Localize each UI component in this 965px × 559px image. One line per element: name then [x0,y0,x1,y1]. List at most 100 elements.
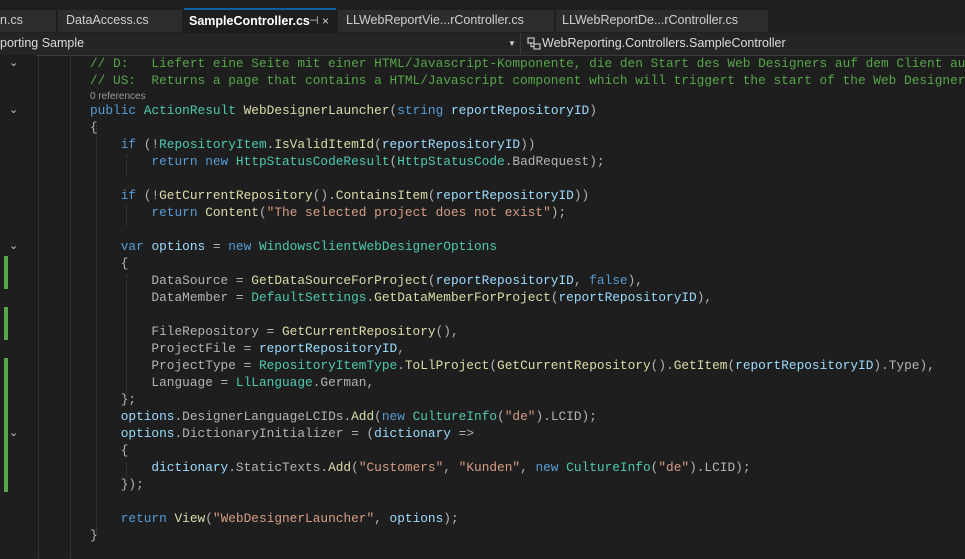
code-token: ( [351,460,359,475]
code-token: "Kunden" [458,460,521,475]
project-name: porting Sample [0,36,85,50]
code-token: { [90,120,98,135]
code-token: options [90,426,175,441]
code-token: ); [443,511,459,526]
code-token: Content [205,205,259,220]
tab-samplecontroller-cs[interactable]: SampleController.cs ⊣ × [184,8,336,33]
code-line: return Content("The selected project doe… [90,204,566,221]
tab-label: LLWebReportDe...rController.cs [562,13,739,27]
code-token: ) [589,103,597,118]
close-icon[interactable]: × [322,10,329,33]
code-token: DataSource = [90,273,252,288]
code-token: GetDataSourceForProject [251,273,428,288]
code-token: ProjectType = [90,358,259,373]
code-token: if [90,188,144,203]
code-token: , [573,273,590,288]
code-token: reportRepositoryID [435,273,574,288]
code-token: HttpStatusCodeResult [235,154,390,169]
project-dropdown[interactable]: porting Sample ▼ [0,33,518,54]
code-token: ( [727,358,736,373]
code-token: "The selected project does not exist" [266,205,551,220]
code-token: (! [143,188,160,203]
code-line: options.DesignerLanguageLCIDs.Add(new Cu… [90,408,597,425]
code-token: View [174,511,206,526]
code-line: DataSource = GetDataSourceForProject(rep… [90,272,643,289]
code-token: FileRepository = [90,324,282,339]
code-token: options [90,409,175,424]
code-token: if [90,137,144,152]
tab-label: LLWebReportVie...rController.cs [346,13,524,27]
code-token: GetItem [673,358,728,373]
code-token: "Customers" [358,460,444,475]
code-line: { [90,442,129,459]
code-token: GetCurrentRepository [497,358,651,373]
code-line: if (!RepositoryItem.IsValidItemId(report… [90,136,536,153]
code-line: var options = new WindowsClientWebDesign… [90,238,497,255]
code-token: RepositoryItem [159,137,267,152]
code-line: return new HttpStatusCodeResult(HttpStat… [90,153,604,170]
tab-dataaccess-cs[interactable]: DataAccess.cs [58,10,182,32]
code-token: GetDataMemberForProject [374,290,551,305]
navigation-bar: porting Sample ▼ WebReporting.Controller… [0,33,965,56]
change-marker [4,256,8,289]
code-token: }); [90,477,144,492]
tab-llwebreportdesignercontroller-cs[interactable]: LLWebReportDe...rController.cs [556,10,768,32]
code-line: // D: Liefert eine Seite mit einer HTML/… [90,55,965,72]
code-editor[interactable]: // D: Liefert eine Seite mit einer HTML/… [36,55,965,559]
code-token: RepositoryItemType [258,358,398,373]
collapse-icon[interactable]: ⌄ [9,56,18,70]
code-line: dictionary.StaticTexts.Add("Customers", … [90,459,751,476]
code-token: "WebDesignerLauncher" [212,511,375,526]
type-dropdown[interactable]: WebReporting.Controllers.SampleControlle… [520,33,965,54]
code-token: DictionaryInitializer = ( [182,426,375,441]
pin-icon[interactable]: ⊣ [309,10,319,33]
code-line: public ActionResult WebDesignerLauncher(… [90,102,597,119]
code-line: options.DictionaryInitializer = (diction… [90,425,474,442]
code-token: return [90,511,175,526]
code-line: ProjectType = RepositoryItemType.ToLlPro… [90,357,935,374]
code-line: if (!GetCurrentRepository().ContainsItem… [90,187,590,204]
tab-n-cs[interactable]: n.cs [0,10,56,32]
collapse-icon[interactable]: ⌄ [9,426,18,440]
tab-label: n.cs [0,13,23,27]
code-token: ( [427,188,436,203]
code-token: }; [90,392,137,407]
collapse-icon[interactable]: ⌄ [9,103,18,117]
code-token: ( [205,511,213,526]
code-token: (), [435,324,459,339]
code-token: Language = [90,375,236,390]
code-token: ToLlProject [404,358,490,373]
code-token: DefaultSettings [251,290,367,305]
code-token: ), [696,290,713,305]
code-token: .German, [312,375,375,390]
code-token: ).Type), [873,358,935,373]
class-icon [527,37,541,50]
code-token: StaticTexts. [235,460,329,475]
code-token: (). [650,358,674,373]
collapse-icon[interactable]: ⌄ [9,239,18,253]
chevron-down-icon: ▼ [508,39,516,48]
tab-llwebreportviewercontroller-cs[interactable]: LLWebReportVie...rController.cs [338,10,554,32]
code-token: // D: Liefert eine Seite mit einer HTML/… [90,56,965,71]
code-token: ), [627,273,643,288]
code-token: ).LCID); [689,460,751,475]
editor-gutter: ⌄ ⌄ ⌄ ⌄ [0,55,36,559]
code-token: reportRepositoryID [735,358,874,373]
code-token: )) [520,137,536,152]
tab-label: DataAccess.cs [66,13,149,27]
code-token: ); [550,205,567,220]
code-token: new [535,460,567,475]
code-token: . [228,460,236,475]
indent-guide [38,55,39,559]
code-token: DesignerLanguageLCIDs. [182,409,352,424]
code-line: { [90,119,98,136]
code-token: } [90,528,98,543]
code-token: , [374,511,390,526]
code-token: reportRepositoryID [450,103,590,118]
code-token: return [90,205,206,220]
code-token: "de" [658,460,690,475]
code-token: WindowsClientWebDesignerOptions [258,239,498,254]
code-token: . [397,358,405,373]
code-token: reportRepositoryID [381,137,521,152]
code-token: , [443,460,459,475]
